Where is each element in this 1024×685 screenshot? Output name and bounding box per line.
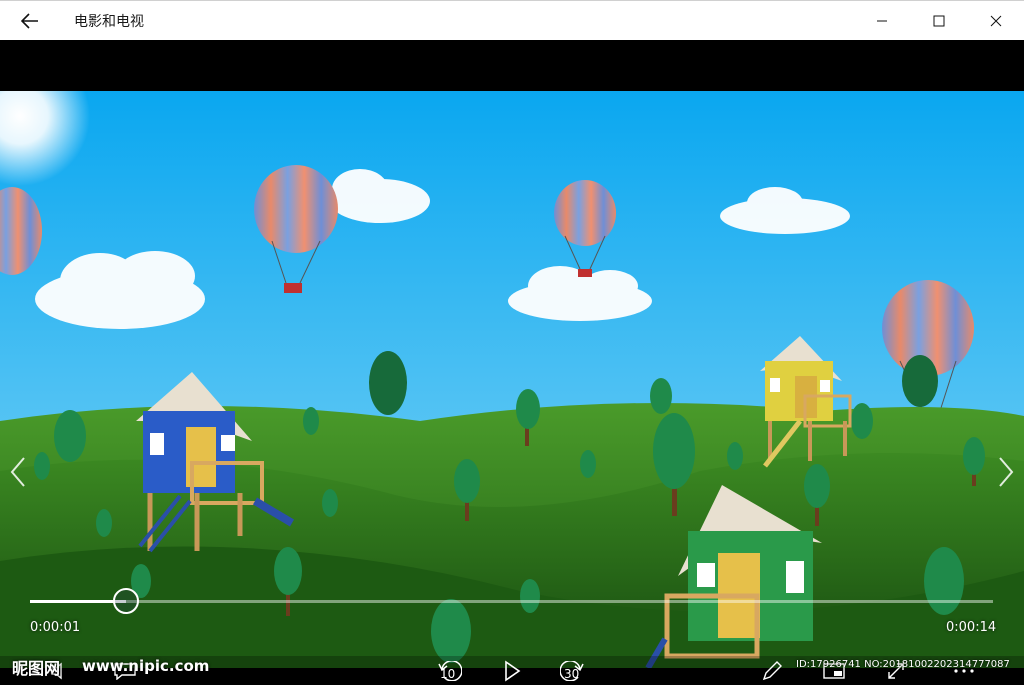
title-bar: 电影和电视 [0, 0, 1024, 40]
play-button[interactable] [492, 656, 532, 685]
letterbox-top [0, 40, 1024, 91]
app-title: 电影和电视 [74, 13, 144, 30]
video-frame[interactable] [0, 91, 1024, 668]
skip-forward-button[interactable]: 30 [552, 656, 596, 685]
arrow-left-icon [21, 12, 38, 29]
watermark-logo: 昵图网 [12, 659, 61, 678]
next-arrow-button[interactable] [994, 456, 1018, 488]
elapsed-time: 0:00:01 [30, 620, 81, 635]
play-icon [505, 659, 521, 682]
chevron-left-icon [10, 457, 25, 487]
watermark-site: www.nipic.com [82, 657, 210, 675]
seek-track[interactable] [30, 600, 993, 603]
skip-back-seconds: 10 [440, 667, 456, 681]
back-button[interactable] [0, 1, 60, 41]
minimize-icon [876, 20, 887, 21]
watermark-id: ID:17926741 NO:20181002202314777087 [796, 659, 1010, 670]
close-button[interactable] [967, 1, 1024, 41]
skip-back-button[interactable]: 10 [426, 656, 470, 685]
maximize-icon [933, 15, 944, 26]
remaining-time: 0:00:14 [946, 620, 997, 635]
skip-forward-seconds: 30 [564, 667, 580, 681]
pencil-icon [762, 660, 782, 680]
chevron-right-icon [999, 457, 1014, 487]
cartoon-scene [0, 91, 1024, 668]
maximize-button[interactable] [910, 1, 967, 41]
edit-button[interactable] [752, 656, 792, 685]
minimize-button[interactable] [853, 1, 910, 41]
previous-arrow-button[interactable] [6, 456, 30, 488]
seek-progress [30, 600, 127, 603]
close-icon [990, 15, 1001, 26]
